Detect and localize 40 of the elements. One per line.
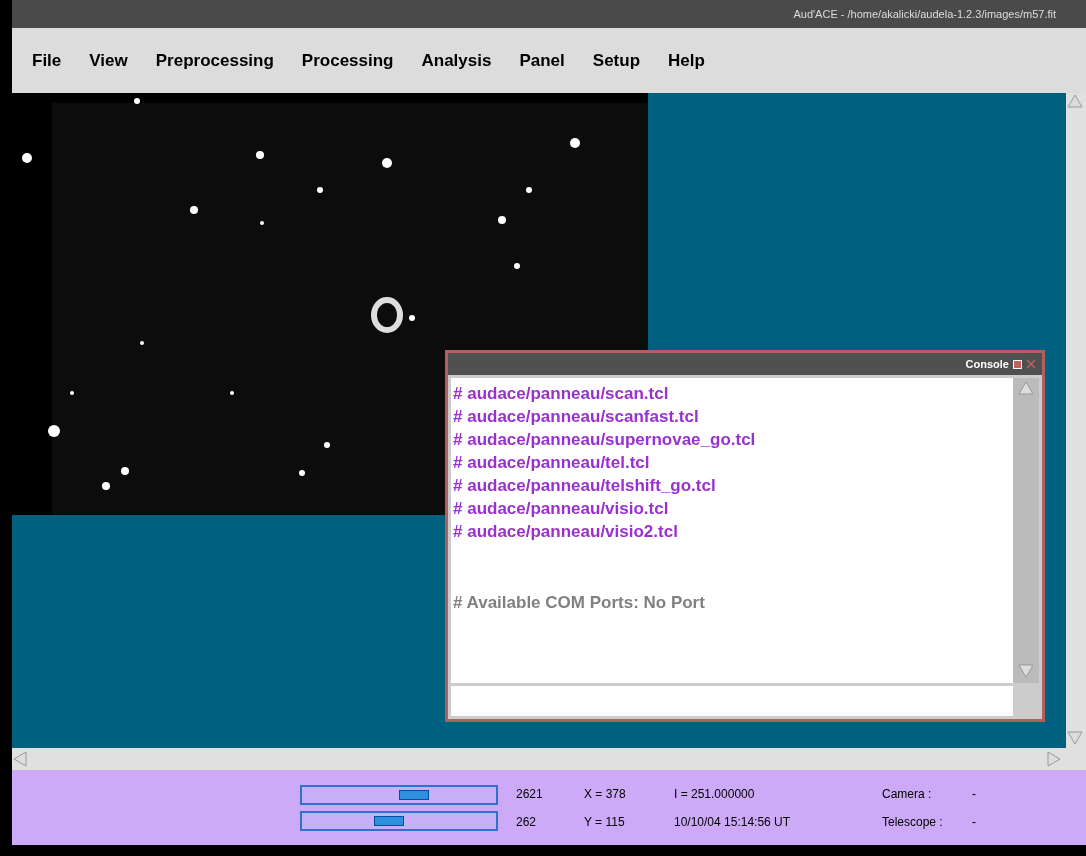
- console-line: # audace/panneau/telshift_go.tcl: [453, 475, 717, 497]
- console-line: # audace/panneau/scan.tcl: [453, 383, 670, 405]
- coordinate-label: X = 378: [584, 785, 627, 803]
- camera-label: Camera :: [882, 785, 933, 803]
- maximize-icon[interactable]: [1013, 359, 1022, 369]
- scroll-up-icon[interactable]: [1017, 380, 1035, 398]
- menu-item[interactable]: Preprocessing: [155, 47, 274, 74]
- camera-value: -: [972, 785, 977, 803]
- window-title: Aud'ACE - /home/akalicki/audela-1.2.3/images/m57.fit: [793, 6, 1056, 22]
- slider-value: 262: [516, 813, 538, 831]
- console-line: # audace/panneau/supernovae_go.tcl: [453, 429, 757, 451]
- intensity-label: I = 251.000000: [674, 785, 756, 803]
- slider-thumb[interactable]: [374, 815, 405, 826]
- menu-item[interactable]: Help: [668, 47, 705, 74]
- menu-item[interactable]: File: [32, 47, 62, 74]
- slider-track[interactable]: [300, 810, 498, 831]
- slider-track[interactable]: [300, 784, 498, 805]
- coordinate-label: Y = 115: [584, 813, 626, 831]
- scroll-left-icon[interactable]: [12, 750, 30, 768]
- vertical-scrollbar[interactable]: [1066, 93, 1086, 748]
- console-line: # audace/panneau/visio2.tcl: [453, 521, 679, 543]
- telescope-value: -: [972, 813, 977, 831]
- console-line: # audace/panneau/visio.tcl: [453, 498, 670, 520]
- datetime-label: 10/10/04 15:14:56 UT: [674, 813, 792, 831]
- console-title: Console: [965, 356, 1009, 372]
- slider-thumb[interactable]: [399, 789, 430, 800]
- console-scrollbar[interactable]: [1013, 378, 1039, 683]
- menu-item[interactable]: Processing: [301, 47, 394, 74]
- menu-item[interactable]: Analysis: [421, 47, 492, 74]
- console-line: # audace/panneau/scanfast.tcl: [453, 406, 700, 428]
- menu-item[interactable]: Setup: [592, 47, 641, 74]
- console-line: # audace/panneau/tel.tcl: [453, 452, 651, 474]
- horizontal-scrollbar[interactable]: [12, 748, 1086, 770]
- console-line: # Available COM Ports: No Port: [453, 592, 706, 614]
- slider-value: 2621: [516, 785, 544, 803]
- telescope-label: Telescope :: [882, 813, 944, 831]
- menu-item[interactable]: Panel: [519, 47, 565, 74]
- menu-item[interactable]: View: [89, 47, 128, 74]
- console-input[interactable]: [451, 686, 1013, 716]
- close-icon[interactable]: [1026, 359, 1036, 369]
